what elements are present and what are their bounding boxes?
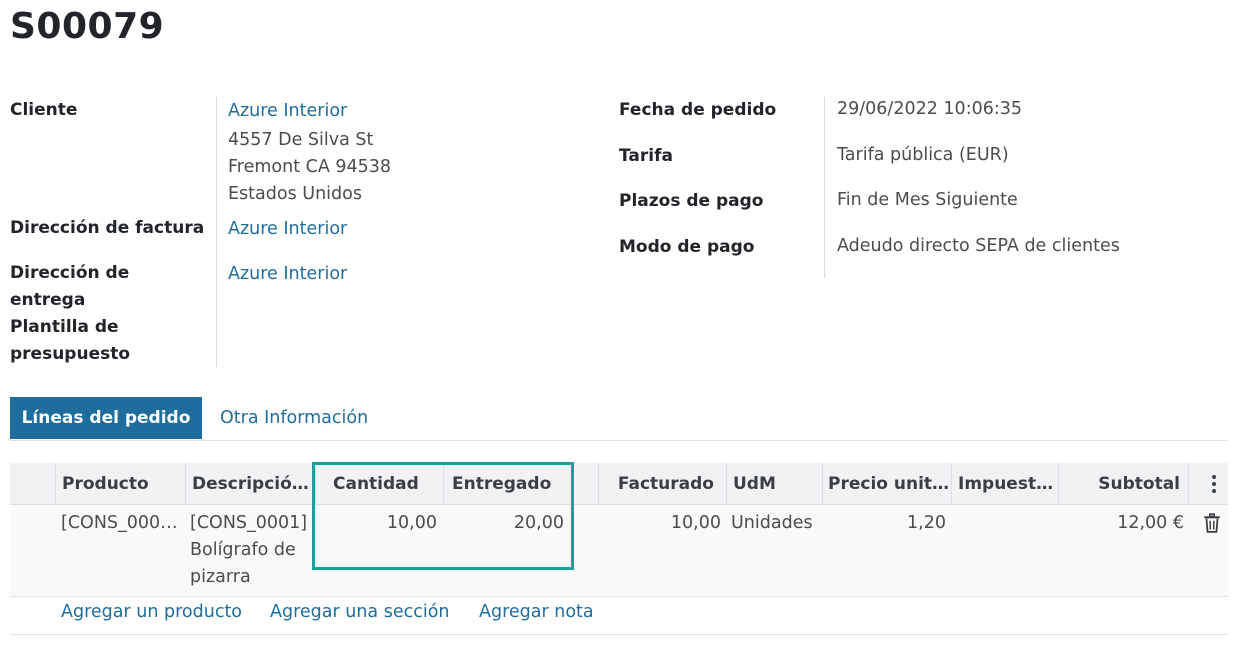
customer-address-city: Fremont CA 94538 bbox=[228, 157, 392, 177]
customer-address-street: 4557 De Silva St bbox=[228, 130, 374, 150]
row-description-line2: Bolígrafo de bbox=[190, 540, 296, 560]
order-date-value[interactable]: 29/06/2022 10:06:35 bbox=[837, 96, 1022, 123]
row-description-line3: pizarra bbox=[190, 567, 251, 587]
column-header-taxes[interactable]: Impuest… bbox=[952, 463, 1059, 504]
column-header-delivered[interactable]: Entregado bbox=[444, 463, 599, 504]
column-header-invoiced[interactable]: Facturado bbox=[599, 463, 727, 504]
delivery-address-label-line1: Dirección de bbox=[10, 263, 130, 283]
add-product-link[interactable]: Agregar un producto bbox=[61, 602, 242, 622]
left-group-divider bbox=[216, 97, 217, 367]
payment-terms-value[interactable]: Fin de Mes Siguiente bbox=[837, 187, 1018, 214]
delivery-address-label-line2: entrega bbox=[10, 290, 86, 310]
invoice-address-label: Dirección de factura bbox=[10, 218, 205, 238]
column-header-uom[interactable]: UdM bbox=[727, 463, 823, 504]
tab-order-lines[interactable]: Líneas del pedido bbox=[10, 397, 202, 439]
tabs-underline bbox=[10, 440, 1228, 441]
tab-other-info[interactable]: Otra Información bbox=[212, 397, 376, 439]
handle-column-header bbox=[10, 463, 56, 504]
add-note-link[interactable]: Agregar nota bbox=[479, 602, 594, 622]
row-quantity[interactable]: 10,00 bbox=[330, 510, 437, 537]
pricelist-label: Tarifa bbox=[619, 146, 673, 166]
row-product-link[interactable]: [CONS_000… bbox=[61, 510, 178, 537]
row-subtotal: 12,00 € bbox=[1117, 513, 1184, 533]
payment-mode-value[interactable]: Adeudo directo SEPA de clientes bbox=[837, 233, 1120, 260]
page-title: S00079 bbox=[10, 6, 165, 47]
row-unit-price[interactable]: 1,20 bbox=[830, 510, 946, 537]
customer-link[interactable]: Azure Interior bbox=[228, 98, 347, 125]
row-invoiced: 10,00 bbox=[670, 513, 721, 533]
column-header-subtotal[interactable]: Subtotal bbox=[1059, 463, 1189, 504]
pricelist-value[interactable]: Tarifa pública (EUR) bbox=[837, 142, 1009, 169]
trash-icon[interactable] bbox=[1203, 513, 1221, 533]
column-header-product[interactable]: Producto bbox=[56, 463, 186, 504]
payment-terms-label: Plazos de pago bbox=[619, 191, 764, 211]
order-lines-table-header: Producto Descripció… Cantidad Entregado … bbox=[10, 463, 1228, 505]
column-header-unit-price[interactable]: Precio unit… bbox=[823, 463, 952, 504]
column-header-description[interactable]: Descripció… bbox=[186, 463, 316, 504]
quotation-template-label-line1: Plantilla de bbox=[10, 317, 119, 337]
kebab-menu-icon[interactable] bbox=[1204, 470, 1224, 498]
customer-address-country: Estados Unidos bbox=[228, 184, 362, 204]
add-section-link[interactable]: Agregar una sección bbox=[270, 602, 450, 622]
row-description-line1: [CONS_0001] bbox=[190, 513, 308, 533]
column-header-quantity[interactable]: Cantidad bbox=[316, 463, 444, 504]
add-line-row: Agregar un producto Agregar una sección … bbox=[10, 598, 1228, 635]
delivery-address-link[interactable]: Azure Interior bbox=[228, 261, 347, 288]
invoice-address-link[interactable]: Azure Interior bbox=[228, 216, 347, 243]
customer-label: Cliente bbox=[10, 100, 78, 120]
quotation-template-label-line2: presupuesto bbox=[10, 344, 131, 364]
order-date-label: Fecha de pedido bbox=[619, 100, 777, 120]
right-group-divider bbox=[824, 97, 825, 278]
row-delivered[interactable]: 20,00 bbox=[450, 510, 564, 537]
row-uom[interactable]: Unidades bbox=[731, 510, 813, 537]
payment-mode-label: Modo de pago bbox=[619, 237, 755, 257]
